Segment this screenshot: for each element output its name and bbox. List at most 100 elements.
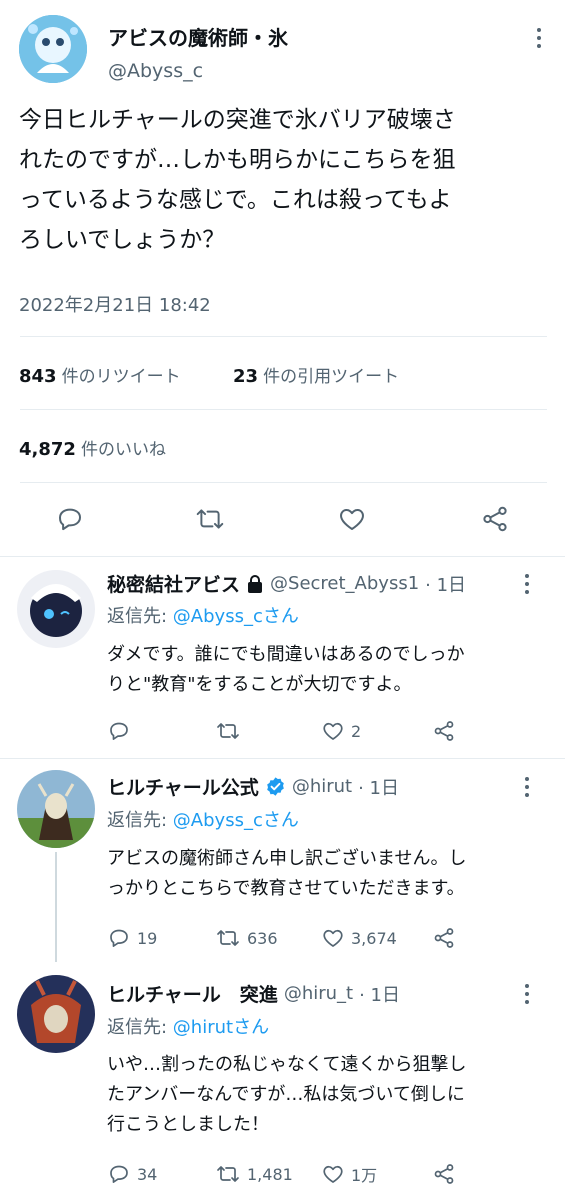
like-icon [323,1165,343,1183]
reply-to-prefix: 返信先: [107,606,173,627]
reply-line: たアンバーなんですが…私は気づいて倒しに [107,1084,465,1105]
main-tweet-text: 今日ヒルチャールの突進で氷バリア破壊さ れたのですが…しかも明らかにこちらを狙 … [19,100,549,260]
reply-text: いや…割ったの私じゃなくて遠くから狙撃し たアンバーなんですが…私は気づいて倒し… [107,1050,547,1140]
reply-count: 19 [137,928,158,948]
reply-text: アビスの魔術師さん申し訳ございません。し っかりとこちらで教育させていただきます… [107,844,547,904]
reply-button[interactable]: 19 [107,926,157,950]
like-button[interactable]: 1万 [321,1162,377,1186]
reply-header: ヒルチャール公式 @hirut · 1日 [107,773,399,800]
retweet-button[interactable] [215,719,247,743]
like-count: 4,872 [19,439,76,460]
verified-icon [267,777,284,796]
reply-icon [110,929,128,947]
share-icon [434,928,454,948]
share-icon [434,721,454,741]
reply-line: いや…割ったの私じゃなくて遠くから狙撃し [107,1054,467,1075]
like-icon [340,508,364,530]
retweet-label: 件のリツイート [61,367,181,387]
retweet-icon [196,509,224,529]
like-button[interactable] [337,504,367,534]
reply-header: ヒルチャール 突進 @hiru_t · 1日 [107,980,400,1007]
avatar-reply-2[interactable] [17,770,95,848]
reply-icon [110,722,128,740]
more-icon[interactable] [524,574,530,598]
main-display-name[interactable]: アビスの魔術師・氷 [108,22,288,51]
retweet-count: 1,481 [247,1164,293,1184]
share-button[interactable] [432,1162,456,1186]
main-handle[interactable]: @Abyss_c [108,60,203,82]
retweet-icon [217,1166,239,1182]
reply-handle[interactable]: @hirut [292,776,352,797]
reply-to-link[interactable]: @Abyss_cさん [173,606,299,627]
retweet-icon [217,930,239,946]
like-count: 1万 [351,1166,378,1185]
like-count: 2 [351,721,362,741]
reply-line: っかりとこちらで教育させていただきます。 [107,878,465,899]
reply-icon [110,1165,128,1183]
reply-line: りと"教育"をすることが大切ですよ。 [107,674,412,695]
main-tweet-line: 今日ヒルチャールの突進で氷バリア破壊さ [19,107,456,133]
retweet-stats[interactable]: 843 件のリツイート [19,362,181,387]
quote-count: 23 [233,366,259,387]
reply-handle[interactable]: @Secret_Abyss1 [270,573,419,594]
reply-button[interactable] [55,504,85,534]
more-icon[interactable] [524,777,530,801]
tweet-timestamp[interactable]: 2022年2月21日 18:42 [19,291,211,317]
reply-time[interactable]: · 1日 [425,571,466,597]
retweet-button[interactable]: 636 [215,926,278,950]
avatar-main[interactable] [19,15,87,83]
reply-line: アビスの魔術師さん申し訳ございません。し [107,848,467,869]
share-icon [483,506,507,532]
reply-display-name[interactable]: ヒルチャール公式 [107,773,259,800]
reply-button[interactable]: 34 [107,1162,157,1186]
like-button[interactable]: 2 [321,719,361,743]
like-stats[interactable]: 4,872 件のいいね [19,435,166,460]
avatar-reply-1[interactable] [17,570,95,648]
share-button[interactable] [480,504,510,534]
divider [0,758,565,759]
like-count: 3,674 [351,928,397,948]
reply-to-line: 返信先: @hirutさん [107,1013,269,1039]
reply-icon [59,508,81,531]
reply-count: 34 [137,1164,158,1184]
retweet-count: 843 [19,366,57,387]
avatar-reply-3[interactable] [17,975,95,1053]
more-icon[interactable] [524,984,530,1008]
divider [20,336,547,337]
share-button[interactable] [432,926,456,950]
reply-line: 行こうとしました！ [107,1114,269,1135]
reply-line: ダメです。誰にでも間違いはあるのでしっか [107,644,465,665]
retweet-button[interactable] [194,504,226,534]
reply-to-link[interactable]: @hirutさん [173,1017,269,1038]
share-button[interactable] [432,719,456,743]
lock-icon [248,574,263,593]
like-label: 件のいいね [81,440,167,460]
reply-display-name[interactable]: 秘密結社アビス [107,570,240,597]
like-icon [323,929,343,947]
reply-display-name[interactable]: ヒルチャール 突進 [107,980,278,1007]
reply-to-link[interactable]: @Abyss_cさん [173,810,299,831]
reply-header: 秘密結社アビス @Secret_Abyss1 · 1日 [107,570,466,597]
share-icon [434,1164,454,1184]
reply-to-line: 返信先: @Abyss_cさん [107,602,299,628]
reply-handle[interactable]: @hiru_t [284,983,353,1004]
quote-stats[interactable]: 23 件の引用ツイート [233,362,399,387]
thread-line [55,852,57,962]
divider [20,409,547,410]
divider [20,482,547,483]
reply-time[interactable]: · 1日 [359,981,400,1007]
more-icon[interactable] [536,28,542,52]
reply-time[interactable]: · 1日 [358,774,399,800]
reply-to-prefix: 返信先: [107,1017,173,1038]
reply-to-prefix: 返信先: [107,810,173,831]
main-tweet-line: れたのですが…しかも明らかにこちらを狙 [19,147,456,173]
retweet-button[interactable]: 1,481 [215,1162,293,1186]
main-tweet-line: ろしいでしょうか？ [19,227,226,253]
retweet-count: 636 [247,928,278,948]
divider [0,556,565,557]
reply-button[interactable] [107,719,137,743]
reply-text: ダメです。誰にでも間違いはあるのでしっか りと"教育"をすることが大切ですよ。 [107,640,547,700]
like-button[interactable]: 3,674 [321,926,397,950]
quote-label: 件の引用ツイート [263,367,400,387]
like-icon [323,722,343,740]
